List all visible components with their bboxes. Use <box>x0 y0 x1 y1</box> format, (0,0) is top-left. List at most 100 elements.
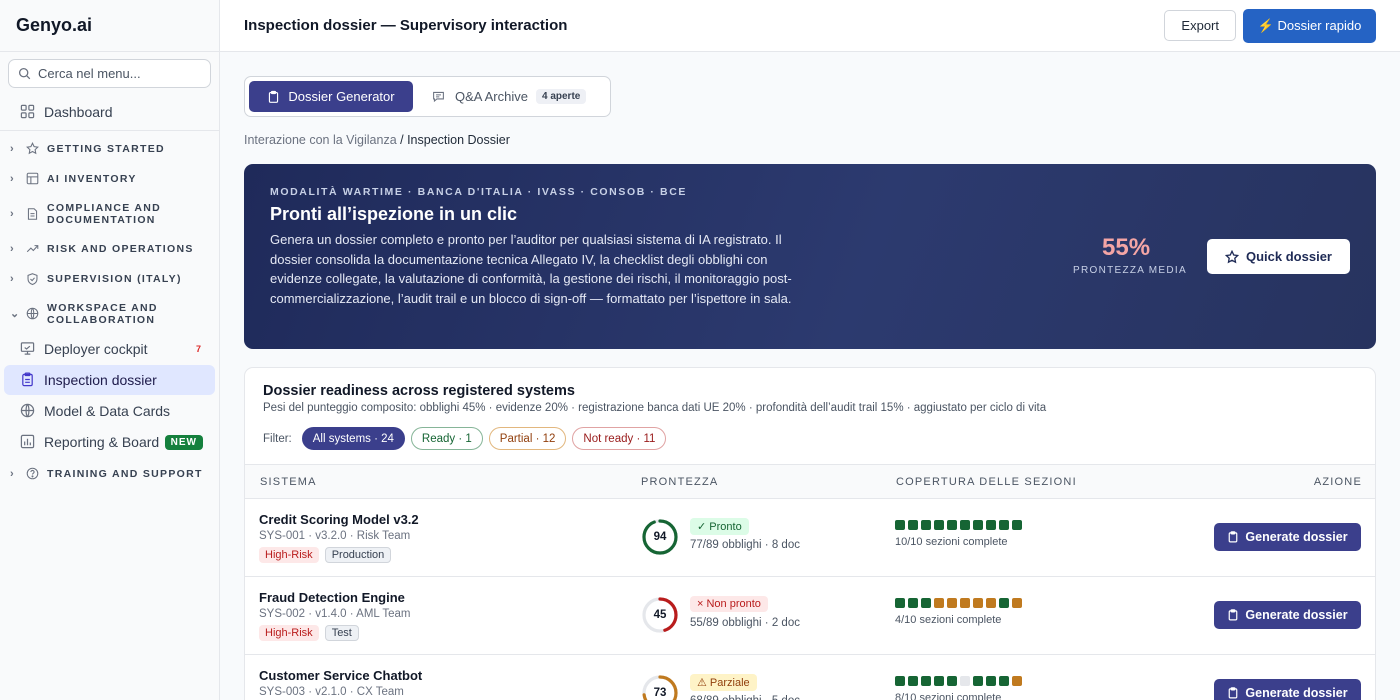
sidebar-item-dashboard[interactable]: Dashboard <box>4 97 215 127</box>
clipboard-icon <box>20 372 36 388</box>
button-label: Generate dossier <box>1245 608 1348 622</box>
readiness-table-card: Dossier readiness across registered syst… <box>244 367 1376 700</box>
sidebar-item-inspection-dossier[interactable]: Inspection dossier <box>4 365 215 395</box>
export-button[interactable]: Export <box>1164 10 1236 41</box>
column-header-readiness[interactable]: PRONTEZZA <box>641 476 718 488</box>
section-square <box>921 520 931 530</box>
group-compliance[interactable]: › COMPLIANCE AND DOCUMENTATION <box>10 202 177 226</box>
star-icon <box>1225 249 1239 264</box>
hero-description: Genera un dossier completo e pronto per … <box>270 232 792 306</box>
section-square <box>895 520 905 530</box>
generate-dossier-button[interactable]: Generate dossier <box>1214 523 1361 551</box>
filter-all[interactable]: All systems · 24 <box>301 427 405 450</box>
section-square <box>973 520 983 530</box>
system-name[interactable]: Credit Scoring Model v3.2 <box>259 512 419 527</box>
chevron-down-icon: ⌄ <box>10 308 21 320</box>
chat-icon <box>432 90 446 104</box>
breadcrumb: Interazione con la Vigilanza / Inspectio… <box>244 133 510 147</box>
readiness-score: 73 <box>653 687 667 699</box>
monitor-icon <box>20 341 36 357</box>
group-label: COMPLIANCE AND DOCUMENTATION <box>47 202 162 226</box>
document-icon <box>26 207 40 221</box>
coverage-text: 4/10 sezioni complete <box>895 614 1002 626</box>
section-square <box>908 598 918 608</box>
button-label: Generate dossier <box>1245 530 1348 544</box>
sidebar: Genyo.ai Dashboard › GETTING STARTED › A… <box>0 0 220 700</box>
sidebar-item-model-data-cards[interactable]: Model & Data Cards <box>4 396 215 426</box>
sidebar-item-label: Reporting & Board <box>44 434 160 450</box>
hero-eyebrow: MODALITÀ WARTIME · BANCA D'ITALIA · IVAS… <box>270 186 687 198</box>
dashboard-icon <box>20 104 36 120</box>
group-ai-inventory[interactable]: › AI INVENTORY <box>10 172 137 186</box>
generate-dossier-button[interactable]: Generate dossier <box>1214 679 1361 700</box>
section-square <box>908 676 918 686</box>
chevron-right-icon: › <box>10 468 15 480</box>
table-row[interactable]: Fraud Detection Engine SYS-002 · v1.4.0 … <box>245 577 1375 655</box>
sidebar-item-deployer-cockpit[interactable]: Deployer cockpit 7 <box>4 334 215 364</box>
environment-badge: Test <box>324 625 359 641</box>
sidebar-item-label: Model & Data Cards <box>44 403 171 419</box>
tab-qa-archive[interactable]: Q&A Archive 4 aperte <box>432 81 587 112</box>
table-row[interactable]: Customer Service Chatbot SYS-003 · v2.1.… <box>245 655 1375 700</box>
group-label: AI INVENTORY <box>47 173 137 185</box>
sidebar-item-reporting-board[interactable]: Reporting & Board NEW <box>4 427 215 457</box>
menu-search[interactable] <box>8 59 211 88</box>
count-badge: 7 <box>195 344 201 354</box>
system-tags: High-Risk Test <box>259 625 359 641</box>
obligations-count: 77/89 obblighi · 8 doc <box>690 539 800 551</box>
section-square <box>895 676 905 686</box>
quick-dossier-button[interactable]: ⚡ Dossier rapido <box>1243 9 1376 43</box>
section-square <box>960 598 970 608</box>
readiness-score-ring: 45 <box>641 596 679 634</box>
quick-dossier-hero-button[interactable]: Quick dossier <box>1207 239 1350 274</box>
system-meta: SYS-002 · v1.4.0 · AML Team <box>259 608 411 620</box>
group-label: GETTING STARTED <box>47 143 165 155</box>
group-supervision[interactable]: › SUPERVISION (ITALY) <box>10 272 182 286</box>
group-training[interactable]: › TRAINING AND SUPPORT <box>10 467 203 481</box>
section-square <box>999 598 1009 608</box>
clipboard-icon <box>1227 531 1239 543</box>
app-logo[interactable]: Genyo.ai <box>0 0 219 52</box>
group-risk[interactable]: › RISK AND OPERATIONS <box>10 242 194 256</box>
card-title: Dossier readiness across registered syst… <box>263 383 575 399</box>
section-coverage-bar <box>895 520 1022 530</box>
filter-ready[interactable]: Ready · 1 <box>410 427 483 450</box>
chevron-right-icon: › <box>10 243 15 255</box>
menu-search-input[interactable] <box>38 66 198 81</box>
generate-dossier-button[interactable]: Generate dossier <box>1214 601 1361 629</box>
tab-dossier-generator[interactable]: Dossier Generator <box>249 81 413 112</box>
section-square <box>934 676 944 686</box>
chevron-right-icon: › <box>10 173 15 185</box>
section-square <box>947 520 957 530</box>
system-name[interactable]: Customer Service Chatbot <box>259 668 422 683</box>
section-square <box>908 520 918 530</box>
section-coverage-bar <box>895 676 1022 686</box>
filter-partial[interactable]: Partial · 12 <box>488 427 567 450</box>
section-square <box>921 676 931 686</box>
column-header-system[interactable]: SISTEMA <box>260 476 317 488</box>
risk-badge: High-Risk <box>259 547 319 563</box>
status-badge: × Non pronto <box>690 596 768 612</box>
trend-icon <box>26 242 40 256</box>
clipboard-icon <box>1227 609 1239 621</box>
clipboard-icon <box>1227 687 1239 699</box>
section-square <box>1012 520 1022 530</box>
sidebar-item-label: Inspection dossier <box>44 372 157 388</box>
filter-label: Filter: <box>263 432 292 445</box>
column-header-coverage: COPERTURA DELLE SEZIONI <box>896 476 1077 488</box>
star-icon <box>26 142 40 156</box>
coverage-text: 10/10 sezioni complete <box>895 536 1008 548</box>
breadcrumb-separator: / <box>396 133 408 147</box>
environment-badge: Production <box>324 547 392 563</box>
filter-not-ready[interactable]: Not ready · 11 <box>572 427 667 450</box>
button-label: Quick dossier <box>1246 249 1332 264</box>
divider <box>0 130 219 131</box>
system-name[interactable]: Fraud Detection Engine <box>259 590 405 605</box>
group-getting-started[interactable]: › GETTING STARTED <box>10 142 165 156</box>
breadcrumb-parent[interactable]: Interazione con la Vigilanza <box>244 133 397 147</box>
table-row[interactable]: Credit Scoring Model v3.2 SYS-001 · v3.2… <box>245 499 1375 577</box>
status-badge: ✓ Pronto <box>690 518 749 535</box>
card-subtitle: Pesi del punteggio composito: obblighi 4… <box>263 402 1047 414</box>
system-tags: High-Risk Production <box>259 547 392 563</box>
group-workspace[interactable]: ⌄ WORKSPACE AND COLLABORATION <box>10 302 167 326</box>
